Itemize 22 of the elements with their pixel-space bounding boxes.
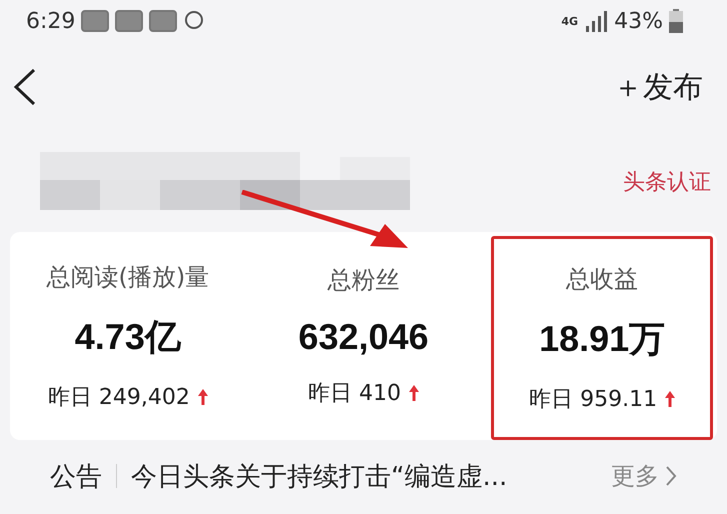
verification-label: 头条认证 (623, 169, 711, 197)
stat-value: 18.91万 (539, 316, 666, 360)
app-icon (115, 10, 144, 32)
network-label: 4G (561, 14, 578, 28)
notice-link[interactable]: 今日头条关于持续打击“编造虚... (131, 458, 597, 494)
notice-label: 公告 (50, 460, 102, 494)
stat-value: 4.73亿 (74, 314, 181, 358)
stat-value: 632,046 (298, 316, 429, 358)
signal-icon (584, 10, 608, 32)
yesterday-value: 昨日 959.11 (529, 386, 658, 414)
status-time: 6:29 (26, 8, 76, 34)
yesterday-value: 昨日 410 (308, 380, 401, 408)
yesterday-value: 昨日 249,402 (48, 384, 190, 412)
chevron-right-icon (665, 465, 677, 487)
stat-label: 总粉丝 (327, 265, 400, 296)
stat-label: 总阅读(播放)量 (46, 262, 210, 292)
app-icon (81, 10, 110, 32)
publish-button[interactable]: ＋发布 (613, 66, 703, 108)
battery-icon (669, 9, 683, 33)
app-icon (149, 10, 178, 32)
battery-level: 43% (614, 8, 663, 34)
stat-label: 总收益 (566, 264, 638, 294)
